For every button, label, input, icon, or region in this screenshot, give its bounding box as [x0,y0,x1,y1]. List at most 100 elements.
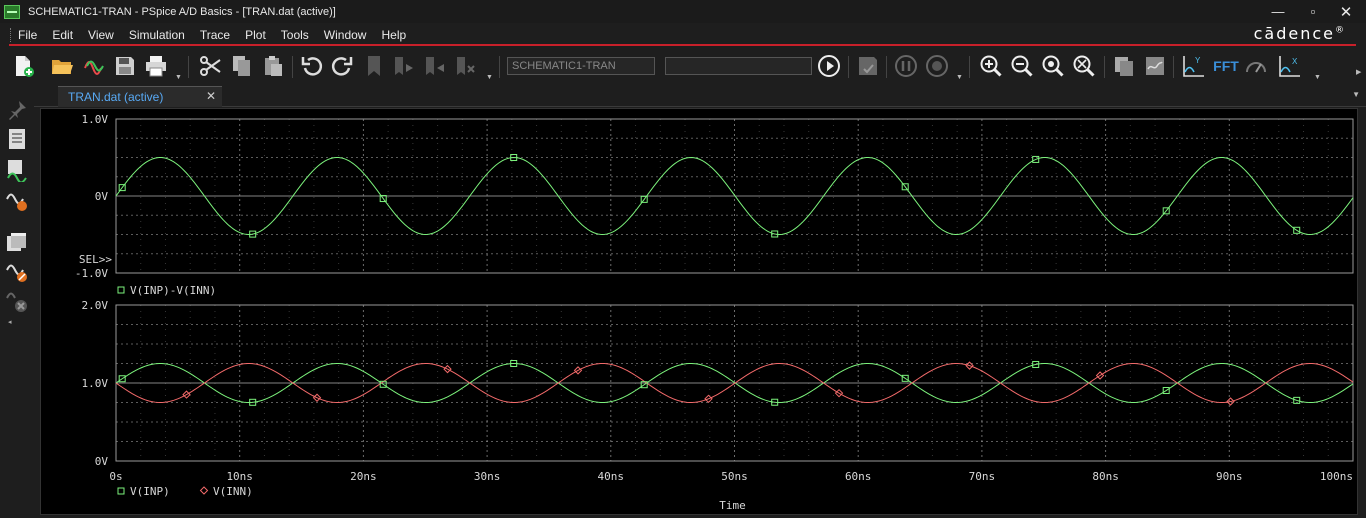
simulation-messages-icon[interactable] [5,158,29,184]
print-dropdown-caret[interactable]: ▼ [175,74,182,81]
clear-marker-icon [453,53,479,79]
x-tick-label: 10ns [226,470,253,483]
minimize-button[interactable]: — [1262,0,1294,23]
toolbar-separator [886,56,887,78]
fft-icon[interactable]: FFT [1212,53,1240,79]
x-tick-label: 0s [109,470,122,483]
undo-icon[interactable] [299,53,325,79]
zoom-area-icon[interactable] [1040,53,1066,79]
cut-icon[interactable] [197,53,223,79]
toolbar-separator [969,56,970,78]
y-tick-label: 0V [95,190,109,203]
paste-icon[interactable] [260,53,286,79]
simulation-profile-select[interactable]: SCHEMATIC1-TRAN [507,57,655,75]
menu-window[interactable]: Window [324,28,367,42]
x-tick-label: 70ns [969,470,996,483]
probe-icon[interactable] [5,260,29,284]
print-icon[interactable] [143,53,169,79]
toolbar-separator [188,56,189,78]
prev-marker-icon [422,53,448,79]
brand-mark: ® [1335,25,1346,36]
document-tabs: TRAN.dat (active) ✕ ▼ [34,86,1366,107]
axis-labels: 1.0V 0V -1.0V 2.0V 1.0V 0V SEL>> 0s 10ns 20ns 30ns… [75,113,1353,512]
dock-pin-icon[interactable] [5,98,29,122]
app-icon [4,4,20,19]
legend-vinn: V(INN) [213,485,253,498]
tab-label: TRAN.dat (active) [68,90,164,104]
y-tick-label: 2.0V [82,299,109,312]
legend-vinp-marker [117,487,125,495]
sim-dropdown-caret[interactable]: ▼ [956,74,963,81]
copy-icon[interactable] [229,53,255,79]
brand-text: cādence [1253,24,1335,43]
title-bar: SCHEMATIC1-TRAN - PSpice A/D Basics - [T… [0,0,1366,23]
fft-label: FFT [1213,58,1239,74]
simulation-progress-bar [665,57,812,75]
menu-simulation[interactable]: Simulation [129,28,185,42]
menu-plot[interactable]: Plot [245,28,266,42]
x-axis-title: Time [719,499,746,512]
y-tick-label: -1.0V [75,267,108,280]
zoom-fit-icon[interactable] [1071,53,1097,79]
copy-plot-icon[interactable] [1111,53,1137,79]
menu-help[interactable]: Help [381,28,406,42]
waveform-icon[interactable] [82,53,108,79]
close-button[interactable]: ✕ [1330,0,1362,23]
bookmark-icon [361,53,387,79]
toolbar-separator [499,56,500,78]
toolbar-separator [292,56,293,78]
svg-text:X: X [1292,57,1298,66]
x-tick-label: 60ns [845,470,872,483]
x-tick-label: 40ns [598,470,625,483]
redo-icon[interactable] [329,53,355,79]
performance-icon[interactable] [1243,53,1269,79]
left-dock: ◂ [0,86,34,518]
new-file-icon[interactable] [10,53,36,79]
dock-collapse-caret[interactable]: ◂ [8,318,12,326]
y-tick-label: 1.0V [82,113,109,126]
toolbar-overflow-caret[interactable]: ▶ [1356,68,1361,76]
y-tick-label: 1.0V [82,377,109,390]
menu-file[interactable]: File [18,28,37,42]
menu-trace[interactable]: Trace [200,28,230,42]
legend-vinn-marker [199,486,209,495]
probe-plot-window[interactable]: 1.0V 0V -1.0V 2.0V 1.0V 0V SEL>> 0s 10ns 20ns 30ns… [40,108,1358,515]
run-icon[interactable] [816,53,842,79]
svg-text:Y: Y [1195,56,1201,65]
tab-close-icon[interactable]: ✕ [206,89,216,103]
toolbar: ▼ ▼ SCHEMATIC1-TRAN ▼ Y FFT X ▼ ▶ [0,48,1366,86]
menu-tools[interactable]: Tools [281,28,309,42]
windows-list-icon[interactable] [5,230,29,254]
menu-edit[interactable]: Edit [52,28,73,42]
y-tick-label: 0V [95,455,109,468]
waveform-plot[interactable]: 1.0V 0V -1.0V 2.0V 1.0V 0V SEL>> 0s 10ns 20ns 30ns… [41,109,1357,514]
zoom-in-icon[interactable] [978,53,1004,79]
output-window-icon[interactable] [5,127,29,151]
tab-list-caret[interactable]: ▼ [1352,90,1360,99]
x-tick-label: 100ns [1320,470,1353,483]
plot-window-icon[interactable] [1142,53,1168,79]
x-tick-label: 90ns [1216,470,1243,483]
tab-tran-dat[interactable]: TRAN.dat (active) ✕ [58,86,222,107]
x-tick-label: 30ns [474,470,501,483]
stop-icon [924,53,950,79]
save-icon[interactable] [112,53,138,79]
axis-dropdown-caret[interactable]: ▼ [1314,74,1321,81]
x-tick-label: 80ns [1092,470,1119,483]
axis-y-icon[interactable]: Y [1180,53,1206,79]
pause-icon [893,53,919,79]
legend-top-vdiff: V(INP)-V(INN) [130,284,216,297]
axis-x-icon[interactable]: X [1276,53,1302,79]
cadence-logo: cādence® [1254,24,1346,43]
legend-vinp: V(INP) [130,485,170,498]
waveform-measure-icon[interactable] [5,189,29,213]
marker-dropdown-caret[interactable]: ▼ [486,74,493,81]
zoom-out-icon[interactable] [1009,53,1035,79]
delete-trace-icon[interactable] [5,290,29,314]
accent-divider [9,44,1356,46]
maximize-button[interactable]: ▫ [1297,0,1329,23]
menu-view[interactable]: View [88,28,114,42]
open-folder-icon[interactable] [49,53,75,79]
toolbar-separator [848,56,849,78]
legend-top-vdiff-marker [117,286,125,294]
